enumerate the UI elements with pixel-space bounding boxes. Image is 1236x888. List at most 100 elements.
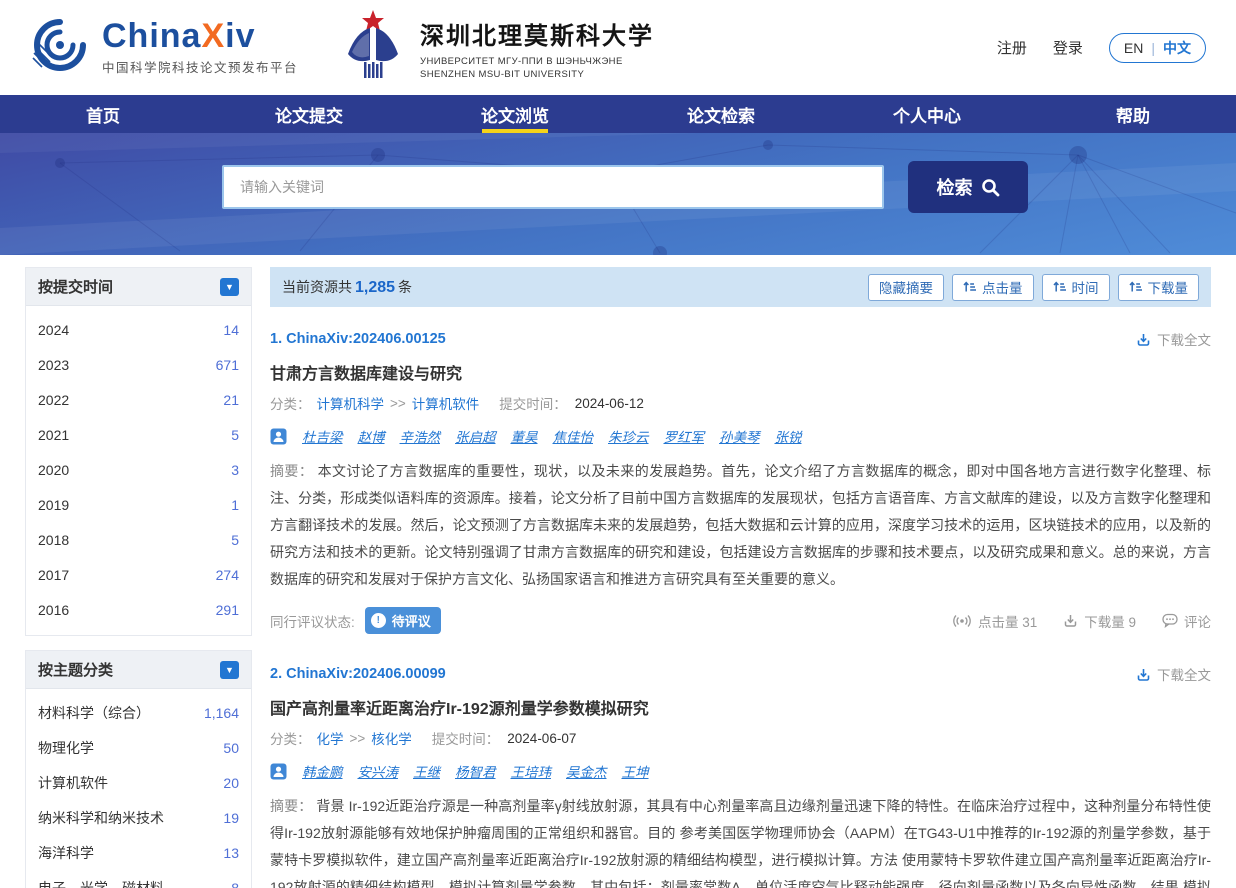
paper-abstract: 摘要： 背景 Ir-192近距治疗源是一种高剂量率γ射线放射源，其具有中心剂量率… [270,793,1211,888]
sort-ascending-icon [963,280,977,294]
author-link[interactable]: 王继 [413,761,440,781]
language-switcher[interactable]: EN | 中文 [1109,33,1206,63]
collapse-subject-facet-button[interactable]: ▼ [220,661,239,679]
login-link[interactable]: 登录 [1053,37,1083,58]
nav-item[interactable]: 个人中心 [824,95,1030,133]
chinaxiv-wave-icon [30,15,90,80]
site-header: ChinaXiv 中国科学院科技论文预发布平台 深圳北理莫斯科大学 УНИВЕР… [0,0,1236,95]
nav-item[interactable]: 论文提交 [206,95,412,133]
submit-date: 2024-06-07 [507,731,576,746]
msu-bit-emblem-icon [340,8,406,87]
nav-item[interactable]: 帮助 [1030,95,1236,133]
subcategory-link[interactable]: 计算机软件 [412,393,480,413]
university-name-cn: 深圳北理莫斯科大学 [420,16,654,51]
sort-ascending-icon [1053,280,1067,294]
subcategory-link[interactable]: 核化学 [371,728,412,748]
sort-ascending-icon [1129,280,1143,294]
download-fulltext-link[interactable]: 下载全文 [1136,329,1211,349]
time-facet-item[interactable]: 2022 21 [38,382,239,417]
comments-link[interactable]: 评论 [1162,611,1211,631]
chinaxiv-logo[interactable]: ChinaXiv 中国科学院科技论文预发布平台 [30,15,298,80]
nav-item[interactable]: 首页 [0,95,206,133]
category-link[interactable]: 化学 [317,728,344,748]
university-logo: 深圳北理莫斯科大学 УНИВЕРСИТЕТ МГУ-ППИ В ШЭНЬЧЖЭН… [340,8,654,87]
sort-button[interactable]: 时间 [1042,274,1110,301]
author-link[interactable]: 王坤 [622,761,649,781]
author-link[interactable]: 辛浩然 [400,426,441,446]
time-facet-item[interactable]: 2016 291 [38,592,239,627]
submit-date: 2024-06-12 [575,396,644,411]
nav-item[interactable]: 论文浏览 [412,95,618,133]
comment-icon [1162,613,1178,628]
author-link[interactable]: 安兴涛 [358,761,399,781]
author-icon [270,763,287,780]
paper-authors: 杜吉梁赵博辛浩然张启超董昊焦佳怡朱珍云罗红军孙美琴张锐 [270,426,1211,446]
author-link[interactable]: 杜吉梁 [302,426,343,446]
sort-button[interactable]: 点击量 [952,274,1034,301]
author-link[interactable]: 董昊 [511,426,538,446]
paper-id-link[interactable]: 2. ChinaXiv:202406.00099 [270,666,446,682]
time-facet-header: 按提交时间 ▼ [26,268,251,306]
subject-facet-item[interactable]: 计算机软件 20 [38,765,239,800]
paper-id-link[interactable]: 1. ChinaXiv:202406.00125 [270,331,446,347]
time-facet-item[interactable]: 2023 671 [38,347,239,382]
author-link[interactable]: 王培玮 [511,761,552,781]
pending-review-icon: ! [371,613,386,628]
download-count-icon [1063,613,1078,628]
main-nav: 首页 论文提交 论文浏览 论文检索 个人中心 帮助 [0,95,1236,133]
subject-facet-header: 按主题分类 ▼ [26,651,251,689]
time-facet-item[interactable]: 2024 14 [38,312,239,347]
time-facet: 按提交时间 ▼ 2024 14 2023 671 2022 [25,267,252,636]
search-banner: 检索 [0,133,1236,255]
clicks-icon [952,614,972,628]
author-link[interactable]: 赵博 [358,426,385,446]
author-link[interactable]: 张启超 [455,426,496,446]
review-status-label: 同行评议状态: [270,611,355,631]
time-facet-item[interactable]: 2018 5 [38,522,239,557]
author-link[interactable]: 焦佳怡 [553,426,594,446]
download-icon [1136,332,1151,347]
subject-facet-item[interactable]: 电子、光学、磁材料 8 [38,870,239,888]
review-status-badge[interactable]: ! 待评议 [365,607,441,634]
time-facet-item[interactable]: 2017 274 [38,557,239,592]
nav-item[interactable]: 论文检索 [618,95,824,133]
sort-button[interactable]: 下载量 [1118,274,1200,301]
author-icon [270,428,287,445]
author-link[interactable]: 朱珍云 [608,426,649,446]
facet-sidebar: 按提交时间 ▼ 2024 14 2023 671 2022 [25,267,252,888]
author-link[interactable]: 孙美琴 [719,426,760,446]
collapse-time-facet-button[interactable]: ▼ [220,278,239,296]
results-total: 当前资源共1,285条 [282,277,412,297]
subject-facet-item[interactable]: 纳米科学和纳米技术 19 [38,800,239,835]
time-facet-item[interactable]: 2019 1 [38,487,239,522]
time-facet-item[interactable]: 2020 3 [38,452,239,487]
subject-facet-item[interactable]: 物理化学 50 [38,730,239,765]
clicks-stat: 点击量 31 [952,611,1037,631]
search-input[interactable] [222,165,884,209]
author-link[interactable]: 张锐 [775,426,802,446]
author-link[interactable]: 韩金鹏 [302,761,343,781]
subject-facet-item[interactable]: 材料科学（综合） 1,164 [38,695,239,730]
paper-meta: 分类： 化学 >> 核化学 提交时间： 2024-06-07 [270,728,1211,748]
time-facet-item[interactable]: 2021 5 [38,417,239,452]
paper-authors: 韩金鹏安兴涛王继杨智君王培玮吴金杰王坤 [270,761,1211,781]
paper-entry: 2. ChinaXiv:202406.00099 下载全文 国产高剂量率近距离治… [270,642,1211,888]
author-link[interactable]: 杨智君 [455,761,496,781]
download-fulltext-link[interactable]: 下载全文 [1136,664,1211,684]
paper-abstract: 摘要： 本文讨论了方言数据库的重要性，现状，以及未来的发展趋势。首先，论文介绍了… [270,458,1211,593]
category-link[interactable]: 计算机科学 [317,393,385,413]
author-link[interactable]: 罗红军 [664,426,705,446]
logo-title: ChinaXiv [102,19,298,53]
paper-title[interactable]: 甘肃方言数据库建设与研究 [270,360,1211,384]
register-link[interactable]: 注册 [997,37,1027,58]
paper-entry: 1. ChinaXiv:202406.00125 下载全文 甘肃方言数据库建设与… [270,307,1211,642]
search-button[interactable]: 检索 [908,161,1028,213]
hide-abstract-button[interactable]: 隐藏摘要 [868,274,944,301]
author-link[interactable]: 吴金杰 [566,761,607,781]
lang-en[interactable]: EN [1124,40,1143,56]
paper-title[interactable]: 国产高剂量率近距离治疗Ir-192源剂量学参数模拟研究 [270,695,1211,719]
search-icon [981,178,1000,197]
lang-zh[interactable]: 中文 [1163,38,1191,58]
results-main: 当前资源共1,285条 隐藏摘要 [270,267,1211,888]
subject-facet-item[interactable]: 海洋科学 13 [38,835,239,870]
